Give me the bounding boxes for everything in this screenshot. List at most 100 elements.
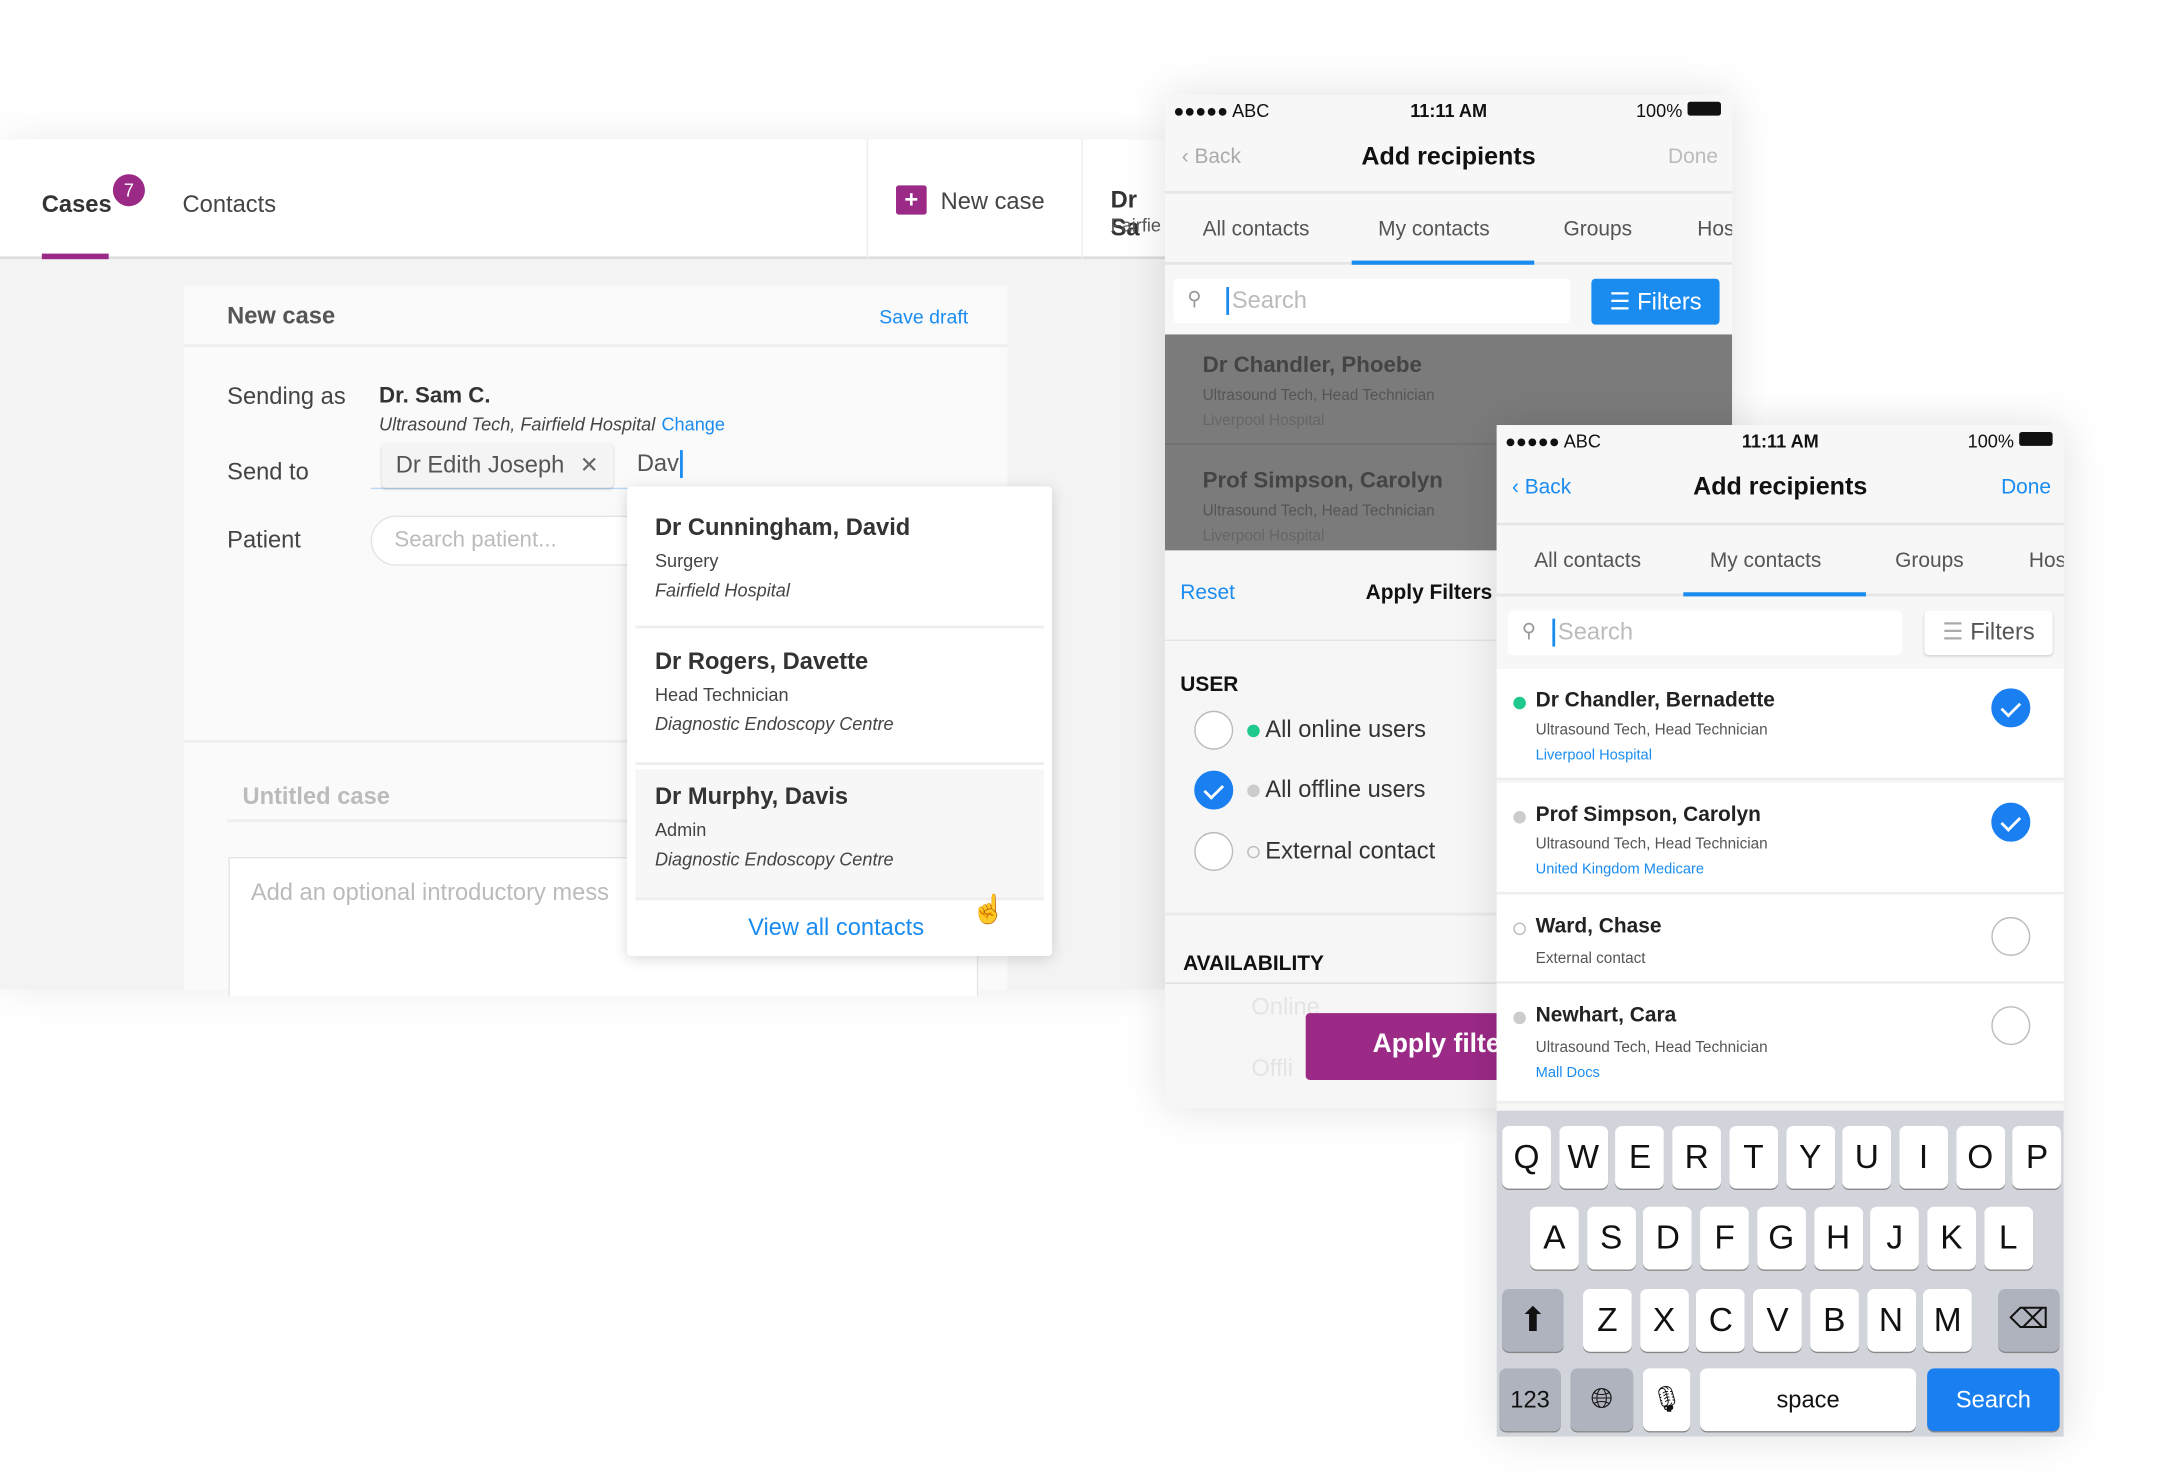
selected-checkbox <box>1991 802 2031 842</box>
tab-groups[interactable]: Groups <box>1564 217 1633 241</box>
tab-contacts[interactable]: Contacts <box>183 191 276 219</box>
key-h[interactable]: H <box>1813 1206 1863 1270</box>
key-e[interactable]: E <box>1615 1125 1665 1189</box>
key-p[interactable]: P <box>2012 1125 2062 1189</box>
tab-my-contacts[interactable]: My contacts <box>1710 549 1822 573</box>
tab-cases[interactable]: Cases <box>42 191 112 219</box>
change-sender-link[interactable]: Change <box>661 414 724 435</box>
tab-my-contacts[interactable]: My contacts <box>1378 217 1490 241</box>
globe-icon[interactable]: 🌐︎ <box>1570 1368 1634 1432</box>
divider <box>227 819 646 823</box>
save-draft-link[interactable]: Save draft <box>879 305 968 327</box>
tab-all-contacts[interactable]: All contacts <box>1534 549 1641 573</box>
key-t[interactable]: T <box>1729 1125 1778 1189</box>
key-a[interactable]: A <box>1530 1206 1579 1270</box>
sending-as-label: Sending as <box>227 383 346 410</box>
key-g[interactable]: G <box>1756 1206 1806 1270</box>
recipient-suggestions-dropdown: Dr Cunningham, David Surgery Fairfield Hos… <box>627 486 1053 956</box>
nav-title: Add recipients <box>1693 472 1868 501</box>
contact-row[interactable]: Dr Chandler, Bernadette Ultrasound Tech, … <box>1496 668 2064 781</box>
key-n[interactable]: N <box>1866 1288 1916 1352</box>
done-button[interactable]: Done <box>2001 475 2051 499</box>
suggestion-item-hovered[interactable]: Dr Murphy, Davis Admin Diagnostic Endoscop… <box>635 769 1044 901</box>
shift-key[interactable]: ⬆ <box>1502 1288 1564 1352</box>
case-title-input[interactable]: Untitled case <box>242 783 389 811</box>
availability-offline[interactable]: Offli <box>1251 1055 1293 1083</box>
key-r[interactable]: R <box>1672 1125 1722 1189</box>
filters-button[interactable]: ☰ Filters <box>1924 610 2053 655</box>
external-status-icon <box>1513 922 1526 936</box>
apply-filters-button[interactable]: Apply filte <box>1305 1013 1501 1080</box>
tab-groups[interactable]: Groups <box>1895 549 1964 573</box>
suggestion-item[interactable]: Dr Cunningham, David Surgery Fairfield Hos… <box>635 500 1044 629</box>
selected-checkbox <box>1991 688 2031 728</box>
filter-option-external[interactable]: External contact <box>1194 831 1501 874</box>
patient-search-input[interactable]: Search patient... <box>370 515 650 566</box>
microphone-icon[interactable]: 🎙︎ <box>1642 1368 1691 1432</box>
status-bar: ●●●●● ABC 11:11 AM 100% <box>1165 95 1732 126</box>
contact-row[interactable]: Prof Simpson, Carolyn Ultrasound Tech, He… <box>1496 783 2064 895</box>
contact-row[interactable]: Newhart, Cara Ultrasound Tech, Head Techn… <box>1496 983 2064 1104</box>
clock: 11:11 AM <box>1741 430 1819 452</box>
space-key[interactable]: space <box>1700 1368 1917 1432</box>
tab-hospitals[interactable]: Hos <box>1697 217 1732 241</box>
key-d[interactable]: D <box>1643 1206 1693 1270</box>
recipient-chip-label: Dr Edith Joseph <box>395 451 565 478</box>
tab-hospitals[interactable]: Hos <box>2029 549 2064 573</box>
done-button[interactable]: Done <box>1668 145 1718 169</box>
divider <box>183 344 1008 347</box>
key-s[interactable]: S <box>1586 1206 1636 1270</box>
search-key[interactable]: Search <box>1927 1368 2060 1432</box>
card-title: New case <box>227 302 336 329</box>
key-i[interactable]: I <box>1899 1125 1948 1189</box>
search-input[interactable]: ⚲ Search <box>1507 610 1903 655</box>
backspace-key[interactable]: ⌫ <box>1998 1288 2060 1352</box>
nav-title: Add recipients <box>1361 142 1536 171</box>
patient-label: Patient <box>227 526 301 554</box>
tab-all-contacts[interactable]: All contacts <box>1203 217 1310 241</box>
filter-option-offline[interactable]: All offline users <box>1194 770 1501 813</box>
battery-icon <box>1687 101 1721 116</box>
contact-row[interactable]: Ward, Chase External contact <box>1496 894 2064 984</box>
contact-role: Ultrasound Tech, Head Technician <box>1202 387 1435 405</box>
key-q[interactable]: Q <box>1502 1125 1551 1189</box>
key-v[interactable]: V <box>1753 1288 1802 1352</box>
contact-org: Liverpool Hospital <box>1202 412 1325 430</box>
key-f[interactable]: F <box>1700 1206 1749 1270</box>
key-z[interactable]: Z <box>1583 1288 1632 1352</box>
new-case-button[interactable]: + New case <box>896 185 1077 218</box>
top-nav: Cases 7 Contacts + New case Dr Sa Fairfi… <box>0 139 1165 260</box>
hand-cursor-icon: ☝ <box>971 894 1006 926</box>
unselected-checkbox <box>1991 916 2031 956</box>
key-k[interactable]: K <box>1927 1206 1976 1270</box>
suggestion-item[interactable]: Dr Rogers, Davette Head Technician Diagnos… <box>635 634 1044 766</box>
key-m[interactable]: M <box>1923 1288 1973 1352</box>
offline-status-icon <box>1513 1011 1526 1025</box>
key-b[interactable]: B <box>1809 1288 1859 1352</box>
key-x[interactable]: X <box>1639 1288 1689 1352</box>
recipient-chip: Dr Edith Joseph ✕ <box>381 443 614 488</box>
filter-icon: ☰ <box>1942 618 1964 646</box>
cases-count-badge: 7 <box>112 174 145 207</box>
filters-button[interactable]: ☰ Filters <box>1591 278 1720 325</box>
user-heading: USER <box>1180 673 1239 697</box>
search-icon: ⚲ <box>1187 287 1202 310</box>
contact-tabs: All contacts My contacts Groups Hos <box>1496 522 2064 597</box>
remove-recipient-icon[interactable]: ✕ <box>580 451 599 479</box>
numbers-key[interactable]: 123 <box>1499 1368 1561 1432</box>
filter-option-online[interactable]: All online users <box>1194 710 1501 753</box>
key-j[interactable]: J <box>1870 1206 1920 1270</box>
key-c[interactable]: C <box>1696 1288 1746 1352</box>
key-o[interactable]: O <box>1955 1125 2005 1189</box>
battery-percent: 100% <box>1967 430 2014 452</box>
key-w[interactable]: W <box>1558 1125 1608 1189</box>
contact-name: Dr Chandler, Phoebe <box>1202 353 1422 378</box>
key-l[interactable]: L <box>1983 1206 2033 1270</box>
key-u[interactable]: U <box>1842 1125 1892 1189</box>
unselected-checkbox <box>1991 1006 2031 1046</box>
search-input[interactable]: ⚲ Search <box>1173 278 1571 324</box>
send-to-input[interactable]: Dav <box>637 450 684 478</box>
reset-button[interactable]: Reset <box>1180 581 1235 605</box>
battery-percent: 100% <box>1635 100 1683 122</box>
key-y[interactable]: Y <box>1785 1125 1835 1189</box>
